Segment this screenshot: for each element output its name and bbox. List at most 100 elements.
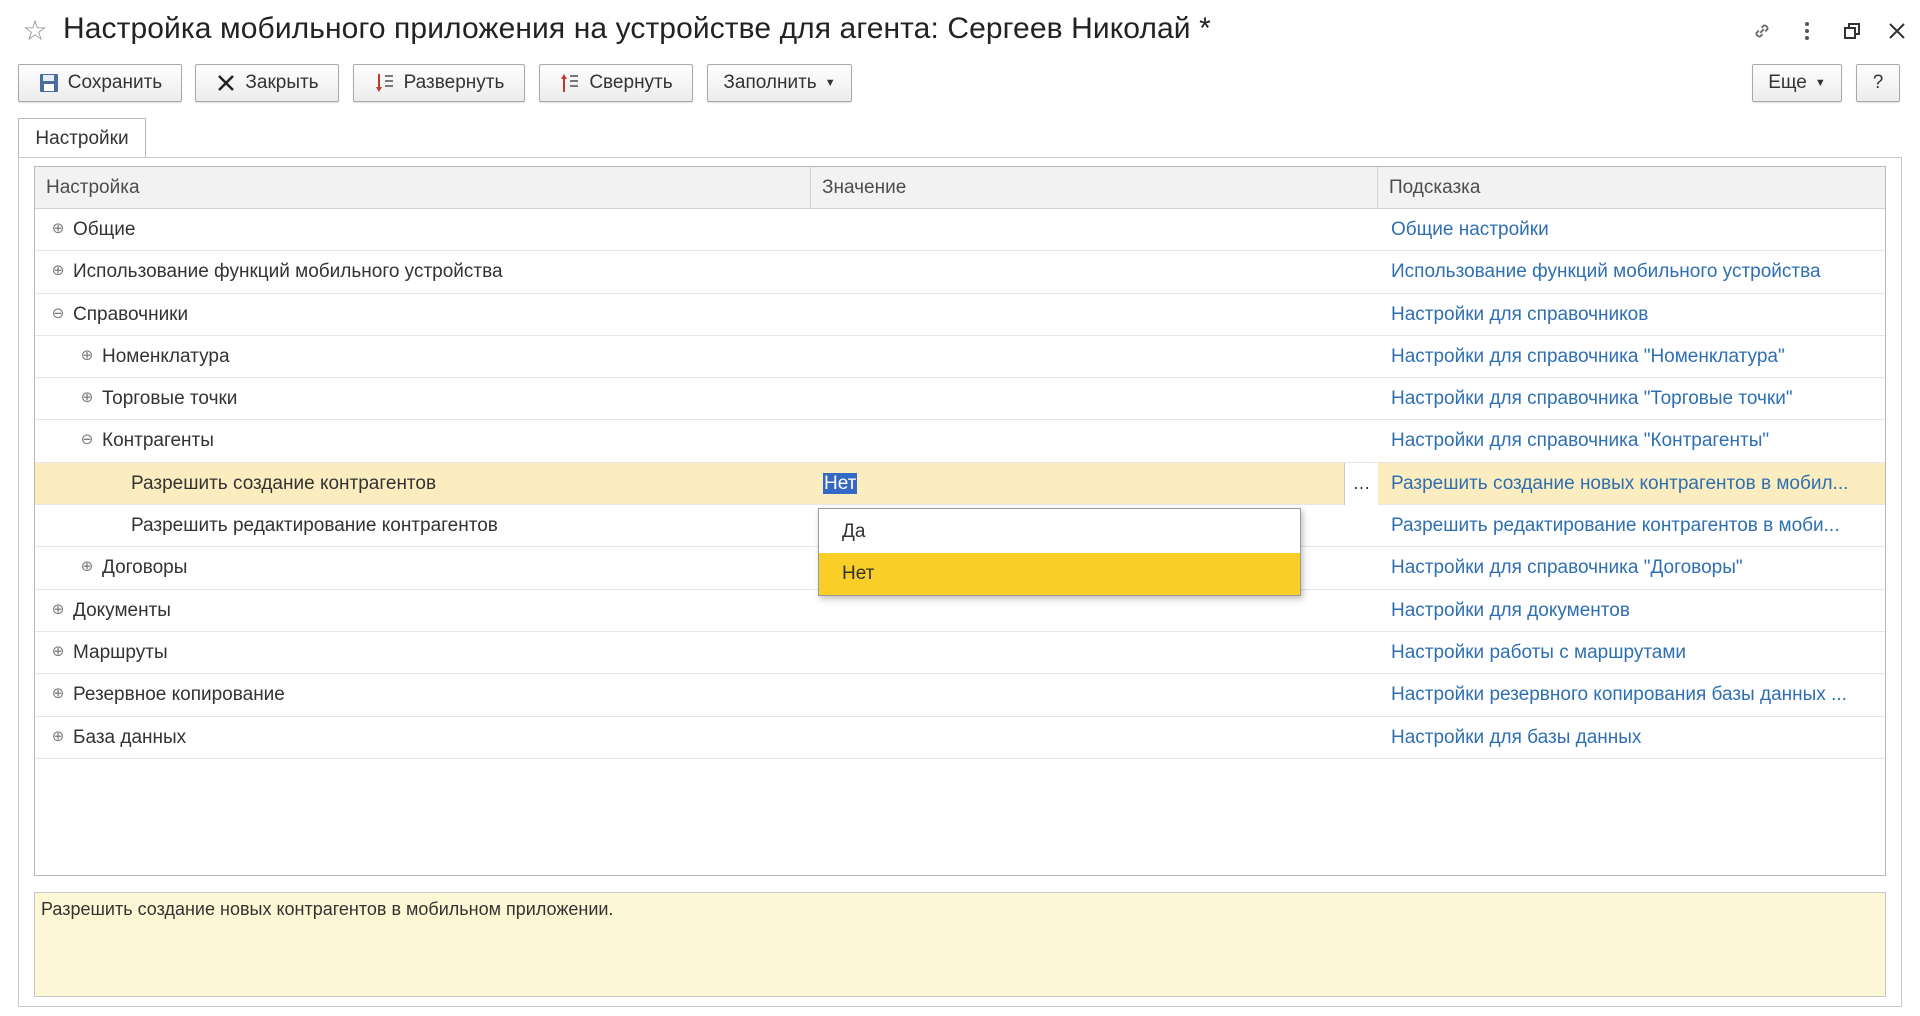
expand-plus-icon[interactable]: ⊕ <box>80 559 94 574</box>
tab-settings[interactable]: Настройки <box>18 118 146 158</box>
hint-panel: Разрешить создание новых контрагентов в … <box>34 892 1886 997</box>
more-button-label: Еще <box>1768 72 1807 93</box>
hint-link[interactable]: Настройки для документов <box>1391 590 1877 632</box>
restore-window-icon[interactable] <box>1835 14 1869 48</box>
hint-link[interactable]: Настройки для справочников <box>1391 294 1877 336</box>
setting-name: Разрешить создание контрагентов <box>131 472 437 494</box>
table-row[interactable]: ⊖ Контрагенты Настройки для справочника "К… <box>35 420 1885 463</box>
value-edit-text: Нет <box>823 472 858 494</box>
column-header-setting[interactable]: Настройка <box>35 167 811 209</box>
value-cell[interactable] <box>811 294 1378 336</box>
value-cell[interactable] <box>811 378 1378 420</box>
table-row[interactable]: ⊕ Документы Настройки для документов <box>35 590 1885 632</box>
link-icon[interactable] <box>1745 14 1779 48</box>
expand-plus-icon[interactable]: ⊕ <box>51 221 65 236</box>
value-cell[interactable] <box>811 674 1378 716</box>
hint-link[interactable]: Разрешить редактирование контрагентов в … <box>1391 505 1877 547</box>
hint-link[interactable]: Настройки для справочника "Номенклатура" <box>1391 336 1877 378</box>
table-row[interactable]: ⊕ Резервное копирование Настройки резервно… <box>35 674 1885 717</box>
table-row[interactable]: ⊕ Маршруты Настройки работы с маршрутами <box>35 632 1885 675</box>
expand-button[interactable]: Развернуть <box>353 64 525 102</box>
table-row[interactable]: ⊖ Справочники Настройки для справочников <box>35 294 1885 336</box>
hint-link[interactable]: Использование функций мобильного устройс… <box>1391 251 1877 293</box>
hint-link[interactable]: Настройки для справочника "Торговые точк… <box>1391 378 1877 420</box>
setting-name: Маршруты <box>73 641 168 663</box>
value-cell[interactable] <box>811 420 1378 462</box>
value-cell[interactable] <box>811 336 1378 378</box>
hint-link[interactable]: Настройки работы с маршрутами <box>1391 632 1877 674</box>
hint-link[interactable]: Настройки для справочника "Контрагенты" <box>1391 420 1877 462</box>
expand-all-icon <box>374 72 396 94</box>
choice-ellipsis-button[interactable]: … <box>1344 462 1378 505</box>
hint-panel-text: Разрешить создание новых контрагентов в … <box>41 899 614 919</box>
value-cell[interactable] <box>811 209 1378 251</box>
help-button[interactable]: ? <box>1856 64 1900 102</box>
setting-name: Использование функций мобильного устройс… <box>73 261 503 283</box>
expand-plus-icon[interactable]: ⊕ <box>80 390 94 405</box>
command-bar: Сохранить Закрыть Развернуть Свернуть За… <box>0 64 1920 104</box>
expand-button-label: Развернуть <box>403 72 505 93</box>
vertical-dots-icon[interactable] <box>1790 14 1824 48</box>
window-title: Настройка мобильного приложения на устро… <box>63 12 1211 45</box>
expand-plus-icon[interactable]: ⊕ <box>80 348 94 363</box>
setting-name: Торговые точки <box>102 388 238 410</box>
column-header-hint[interactable]: Подсказка <box>1378 167 1885 209</box>
expand-plus-icon[interactable]: ⊕ <box>51 729 65 744</box>
setting-name: Справочники <box>73 303 189 325</box>
table-row[interactable]: ⊕ Торговые точки Настройки для справочника… <box>35 378 1885 421</box>
hint-link[interactable]: Настройки для базы данных <box>1391 717 1877 759</box>
collapse-all-icon <box>559 72 581 94</box>
expand-plus-icon[interactable]: ⊕ <box>51 644 65 659</box>
setting-name: Разрешить редактирование контрагентов <box>131 515 498 537</box>
tab-settings-label: Настройки <box>35 127 129 149</box>
table-header: Настройка Значение Подсказка <box>35 167 1885 209</box>
setting-name: Номенклатура <box>102 345 230 367</box>
collapse-button-label: Свернуть <box>589 72 673 93</box>
value-cell[interactable] <box>811 717 1378 759</box>
table-body: ⊕ Общие Общие настройки ⊕ Использование функ… <box>35 209 1885 759</box>
setting-name: Резервное копирование <box>73 684 285 706</box>
column-header-value[interactable]: Значение <box>811 167 1378 209</box>
expand-plus-icon[interactable]: ⊕ <box>51 686 65 701</box>
hint-link[interactable]: Настройки резервного копирования базы да… <box>1391 674 1877 716</box>
collapse-minus-icon[interactable]: ⊖ <box>51 306 65 321</box>
choice-option[interactable]: Нет <box>819 553 1300 595</box>
hint-link[interactable]: Настройки для справочника "Договоры" <box>1391 547 1877 589</box>
value-cell[interactable] <box>811 251 1378 293</box>
fill-button-label: Заполнить <box>723 72 817 93</box>
save-button-label: Сохранить <box>67 72 163 93</box>
hint-link[interactable]: Общие настройки <box>1391 209 1877 251</box>
value-edit-field[interactable]: Нет <box>823 469 1343 499</box>
save-button[interactable]: Сохранить <box>18 64 182 102</box>
close-button-label: Закрыть <box>245 72 319 93</box>
collapse-button[interactable]: Свернуть <box>539 64 693 102</box>
table-row[interactable]: ⊕ База данных Настройки для базы данных <box>35 717 1885 759</box>
table-row[interactable]: ⊕ Номенклатура Настройки для справочника "… <box>35 336 1885 379</box>
dropdown-arrow-icon: ▼ <box>824 77 836 89</box>
value-choice-list[interactable]: Да Нет <box>818 508 1301 596</box>
x-icon <box>215 72 237 94</box>
expand-plus-icon[interactable]: ⊕ <box>51 263 65 278</box>
close-icon[interactable] <box>1880 14 1914 48</box>
table-row[interactable]: ⊕ Использование функций мобильного устрой… <box>35 251 1885 294</box>
dropdown-arrow-icon: ▼ <box>1814 77 1826 89</box>
setting-name: Договоры <box>102 557 188 579</box>
collapse-minus-icon[interactable]: ⊖ <box>80 432 94 447</box>
value-cell[interactable] <box>811 632 1378 674</box>
floppy-disk-icon <box>38 72 60 94</box>
star-icon[interactable]: ☆ <box>20 16 50 46</box>
setting-name: Общие <box>73 219 136 240</box>
table-row[interactable]: ⊕ Общие Общие настройки <box>35 209 1885 252</box>
expand-plus-icon[interactable]: ⊕ <box>51 602 65 617</box>
hint-link[interactable]: Разрешить создание новых контрагентов в … <box>1391 463 1877 505</box>
setting-name: Документы <box>73 599 171 621</box>
close-button[interactable]: Закрыть <box>195 64 339 102</box>
setting-name: Контрагенты <box>102 430 214 452</box>
fill-menu-button[interactable]: Заполнить ▼ <box>707 64 852 102</box>
more-menu-button[interactable]: Еще ▼ <box>1752 64 1842 102</box>
choice-option[interactable]: Да <box>819 511 1300 553</box>
table-row[interactable]: Разрешить создание контрагентов Нет … Разре… <box>35 462 1885 506</box>
help-button-label: ? <box>1872 72 1884 93</box>
title-bar: ☆ Настройка мобильного приложения на уст… <box>0 0 1920 62</box>
setting-name: База данных <box>73 726 187 748</box>
